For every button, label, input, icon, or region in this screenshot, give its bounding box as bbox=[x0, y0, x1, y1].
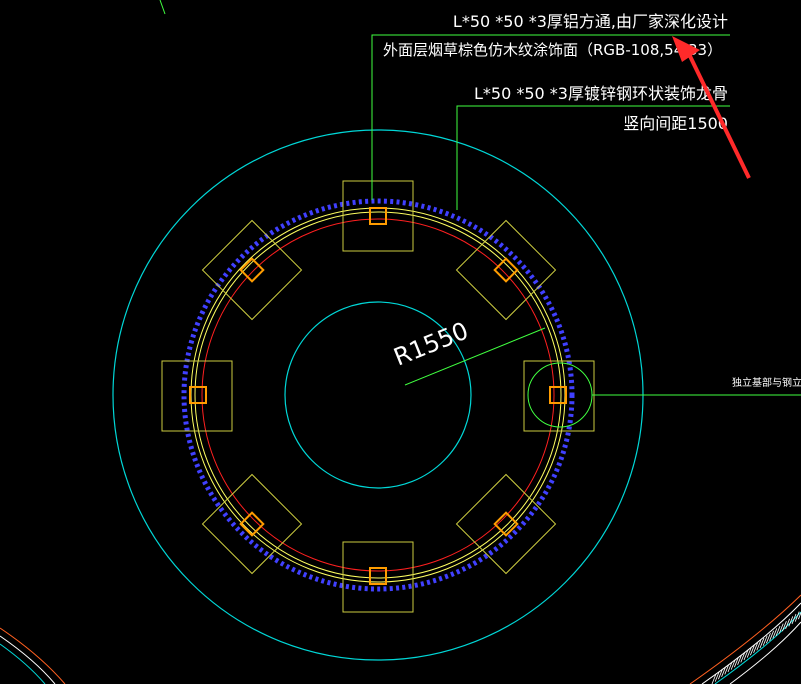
outer-circle bbox=[112, 129, 644, 661]
frame-top-left bbox=[201, 219, 303, 321]
frame-bottom-right bbox=[455, 473, 557, 575]
post-right bbox=[549, 386, 567, 404]
stray-line-top bbox=[159, 0, 166, 15]
post-top-right bbox=[493, 257, 519, 283]
post-top bbox=[369, 207, 387, 225]
frame-top-right bbox=[455, 219, 557, 321]
bottom-left-arcs bbox=[0, 627, 66, 684]
side-label: 独立基部与钢立 bbox=[732, 376, 801, 389]
hatch-stroke bbox=[782, 621, 787, 632]
post-frames bbox=[161, 180, 595, 613]
bottom-right-hatch bbox=[711, 611, 801, 684]
post-left bbox=[189, 386, 207, 404]
annotation-line4: 竖向间距1500 bbox=[623, 114, 728, 133]
hatch-stroke bbox=[794, 611, 800, 622]
hatch-stroke bbox=[791, 613, 797, 625]
cad-drawing: L*50 *50 *3厚铝方通,由厂家深化设计 外面层烟草棕色仿木纹涂饰面（RG… bbox=[0, 0, 801, 684]
yellow-ring-inner bbox=[194, 211, 562, 579]
annotation-line2: 外面层烟草棕色仿木纹涂饰面（RGB-108,54,33） bbox=[383, 41, 722, 59]
annotation-line2-text: 外面层烟草棕色仿木纹涂饰面（RGB-108,5 bbox=[383, 41, 674, 59]
annotation-line1: L*50 *50 *3厚铝方通,由厂家深化设计 bbox=[453, 12, 728, 31]
bottom-right-arcs bbox=[689, 594, 801, 684]
frame-bottom bbox=[342, 541, 414, 613]
dash-ring bbox=[181, 198, 575, 592]
frame-top bbox=[342, 180, 414, 252]
annotation-line3: L*50 *50 *3厚镀锌钢环状装饰龙骨 bbox=[474, 84, 728, 103]
radius-label: R1550 bbox=[390, 316, 473, 371]
